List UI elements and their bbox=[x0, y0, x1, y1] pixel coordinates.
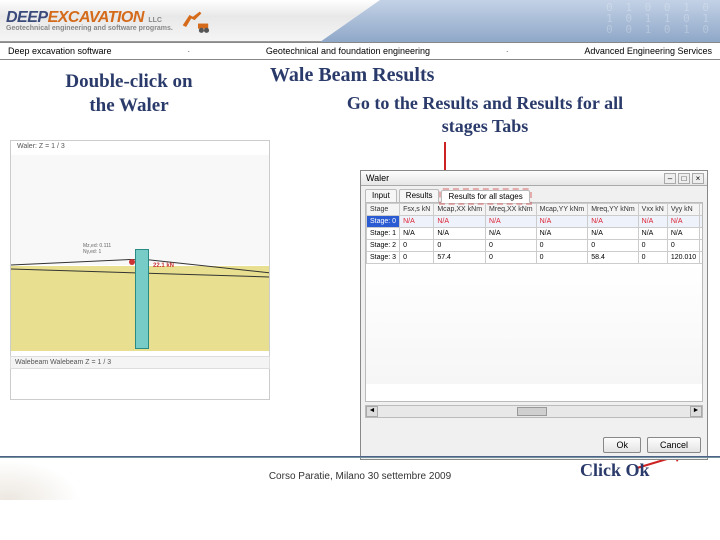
slide-title: Wale Beam Results bbox=[270, 64, 434, 87]
table-cell[interactable]: N/A bbox=[400, 228, 434, 240]
table-cell[interactable]: 0 bbox=[400, 252, 434, 264]
table-row[interactable]: Stage: 1N/AN/AN/AN/AN/AN/AN/AN/AN bbox=[367, 228, 704, 240]
logo-word-excavation: EXCAVATION bbox=[48, 9, 144, 26]
col-unbraced[interactable]: Unbraced m bbox=[700, 204, 703, 216]
close-icon[interactable]: × bbox=[692, 173, 704, 184]
col-mcapxx[interactable]: Mcap,XX kNm bbox=[434, 204, 486, 216]
excavation-icon bbox=[181, 7, 215, 35]
waler-dialog: Waler – □ × Input Results Results for al… bbox=[360, 170, 708, 460]
logo-suffix: LLC bbox=[148, 17, 162, 24]
scroll-right-icon[interactable]: ► bbox=[690, 406, 702, 417]
table-cell[interactable]: N/A bbox=[536, 216, 588, 228]
logo-tagline: Geotechnical engineering and software pr… bbox=[6, 25, 173, 32]
logo: DEEPEXCAVATION LLC Geotechnical engineer… bbox=[6, 7, 215, 35]
col-vyy[interactable]: Vyy kN bbox=[667, 204, 699, 216]
results-table: Stage Fsx,s kN Mcap,XX kNm Mreq,XX kNm M… bbox=[366, 203, 703, 264]
footer-text: Corso Paratie, Milano 30 settembre 2009 bbox=[0, 471, 720, 482]
breadcrumb: Deep excavation software · Geotechnical … bbox=[0, 42, 720, 60]
table-cell[interactable]: 120.010 bbox=[667, 252, 699, 264]
table-cell[interactable]: 57.4 bbox=[434, 252, 486, 264]
tab-results-all-stages[interactable]: Results for all stages bbox=[441, 190, 529, 203]
table-cell[interactable]: N/A bbox=[638, 216, 667, 228]
breadcrumb-left: Deep excavation software bbox=[8, 46, 112, 56]
table-row[interactable]: Stage: 3057.40058.40120.01047.2451.5 bbox=[367, 252, 704, 264]
slide-body: Wale Beam Results Double-click on the Wa… bbox=[0, 60, 720, 500]
table-cell[interactable]: 0 bbox=[536, 252, 588, 264]
table-cell[interactable]: N/A bbox=[486, 228, 537, 240]
table-cell[interactable]: 47.245 bbox=[700, 252, 703, 264]
table-row[interactable]: Stage: 200000003 bbox=[367, 240, 704, 252]
horizontal-scrollbar[interactable]: ◄ ► bbox=[365, 405, 703, 418]
table-cell[interactable]: 0 bbox=[400, 240, 434, 252]
breadcrumb-mid: Geotechnical and foundation engineering bbox=[266, 46, 430, 56]
table-row[interactable]: Stage: 0N/AN/AN/AN/AN/AN/AN/AN/AN bbox=[367, 216, 704, 228]
binary-backdrop: 0 1 0 0 1 01 0 1 1 0 10 0 1 0 1 0 bbox=[606, 2, 712, 35]
table-cell[interactable]: N/A bbox=[400, 216, 434, 228]
waler-node[interactable] bbox=[129, 259, 135, 265]
col-mcapyy[interactable]: Mcap,YY kNm bbox=[536, 204, 588, 216]
table-cell[interactable]: 0 bbox=[486, 240, 537, 252]
pile-wall[interactable] bbox=[135, 249, 149, 349]
ok-button[interactable]: Ok bbox=[603, 437, 641, 453]
dialog-title-text: Waler bbox=[366, 173, 389, 183]
table-cell[interactable]: Stage: 2 bbox=[367, 240, 400, 252]
table-cell[interactable]: N/A bbox=[667, 216, 699, 228]
breadcrumb-sep-2: · bbox=[506, 46, 509, 56]
table-cell[interactable]: N/A bbox=[700, 228, 703, 240]
table-cell[interactable]: Stage: 0 bbox=[367, 216, 400, 228]
breadcrumb-sep-1: · bbox=[187, 46, 190, 56]
corner-decoration bbox=[0, 460, 80, 500]
table-cell[interactable]: 0 bbox=[667, 240, 699, 252]
table-header-row: Stage Fsx,s kN Mcap,XX kNm Mreq,XX kNm M… bbox=[367, 204, 704, 216]
col-vxx[interactable]: Vxx kN bbox=[638, 204, 667, 216]
table-cell[interactable]: 0 bbox=[486, 252, 537, 264]
annot-forces: Mz,ed: 0.111 Ny,ed: 1 bbox=[83, 243, 111, 255]
results-grid[interactable]: Stage Fsx,s kN Mcap,XX kNm Mreq,XX kNm M… bbox=[365, 202, 703, 402]
minimize-icon[interactable]: – bbox=[664, 173, 676, 184]
table-cell[interactable]: N/A bbox=[486, 216, 537, 228]
table-cell[interactable]: N/A bbox=[588, 216, 638, 228]
table-cell[interactable]: N/A bbox=[434, 216, 486, 228]
table-cell[interactable]: N/A bbox=[700, 216, 703, 228]
hint-results-tabs: Go to the Results and Results for all st… bbox=[345, 92, 625, 137]
table-cell[interactable]: 0 bbox=[638, 240, 667, 252]
table-cell[interactable]: 0 bbox=[434, 240, 486, 252]
footer-rule bbox=[0, 456, 720, 458]
table-cell[interactable]: 3 bbox=[700, 240, 703, 252]
scroll-left-icon[interactable]: ◄ bbox=[366, 406, 378, 417]
table-cell[interactable]: 0 bbox=[536, 240, 588, 252]
table-cell[interactable]: N/A bbox=[434, 228, 486, 240]
table-cell[interactable]: 0 bbox=[588, 240, 638, 252]
grid-empty-area bbox=[366, 264, 702, 384]
dialog-titlebar[interactable]: Waler – □ × bbox=[361, 171, 707, 186]
cancel-button[interactable]: Cancel bbox=[647, 437, 701, 453]
table-cell[interactable]: N/A bbox=[536, 228, 588, 240]
slide-header: DEEPEXCAVATION LLC Geotechnical engineer… bbox=[0, 0, 720, 42]
col-stage[interactable]: Stage bbox=[367, 204, 400, 216]
tab-input[interactable]: Input bbox=[365, 189, 397, 202]
logo-word-deep: DEEP bbox=[6, 9, 48, 26]
breadcrumb-right: Advanced Engineering Services bbox=[584, 46, 712, 56]
scroll-thumb[interactable] bbox=[517, 407, 547, 416]
annot-load: 22.1 kN bbox=[153, 263, 174, 269]
table-cell[interactable]: Stage: 1 bbox=[367, 228, 400, 240]
table-cell[interactable]: 0 bbox=[638, 252, 667, 264]
section-caption: Walebeam Walebeam Z = 1 / 3 bbox=[10, 356, 270, 369]
header-gradient-band: 0 1 0 0 1 01 0 1 1 0 10 0 1 0 1 0 bbox=[320, 0, 720, 42]
col-mreqxx[interactable]: Mreq,XX kNm bbox=[486, 204, 537, 216]
table-cell[interactable]: N/A bbox=[588, 228, 638, 240]
tab-results[interactable]: Results bbox=[399, 189, 440, 202]
maximize-icon[interactable]: □ bbox=[678, 173, 690, 184]
col-fsxs[interactable]: Fsx,s kN bbox=[400, 204, 434, 216]
hint-double-click-waler: Double-click on the Waler bbox=[54, 70, 204, 118]
col-mreqyy[interactable]: Mreq,YY kNm bbox=[588, 204, 638, 216]
section-header-label: Waler: Z = 1 / 3 bbox=[17, 143, 65, 150]
table-cell[interactable]: Stage: 3 bbox=[367, 252, 400, 264]
table-cell[interactable]: 58.4 bbox=[588, 252, 638, 264]
table-cell[interactable]: N/A bbox=[667, 228, 699, 240]
dialog-tabs: Input Results Results for all stages bbox=[361, 186, 707, 202]
table-cell[interactable]: N/A bbox=[638, 228, 667, 240]
